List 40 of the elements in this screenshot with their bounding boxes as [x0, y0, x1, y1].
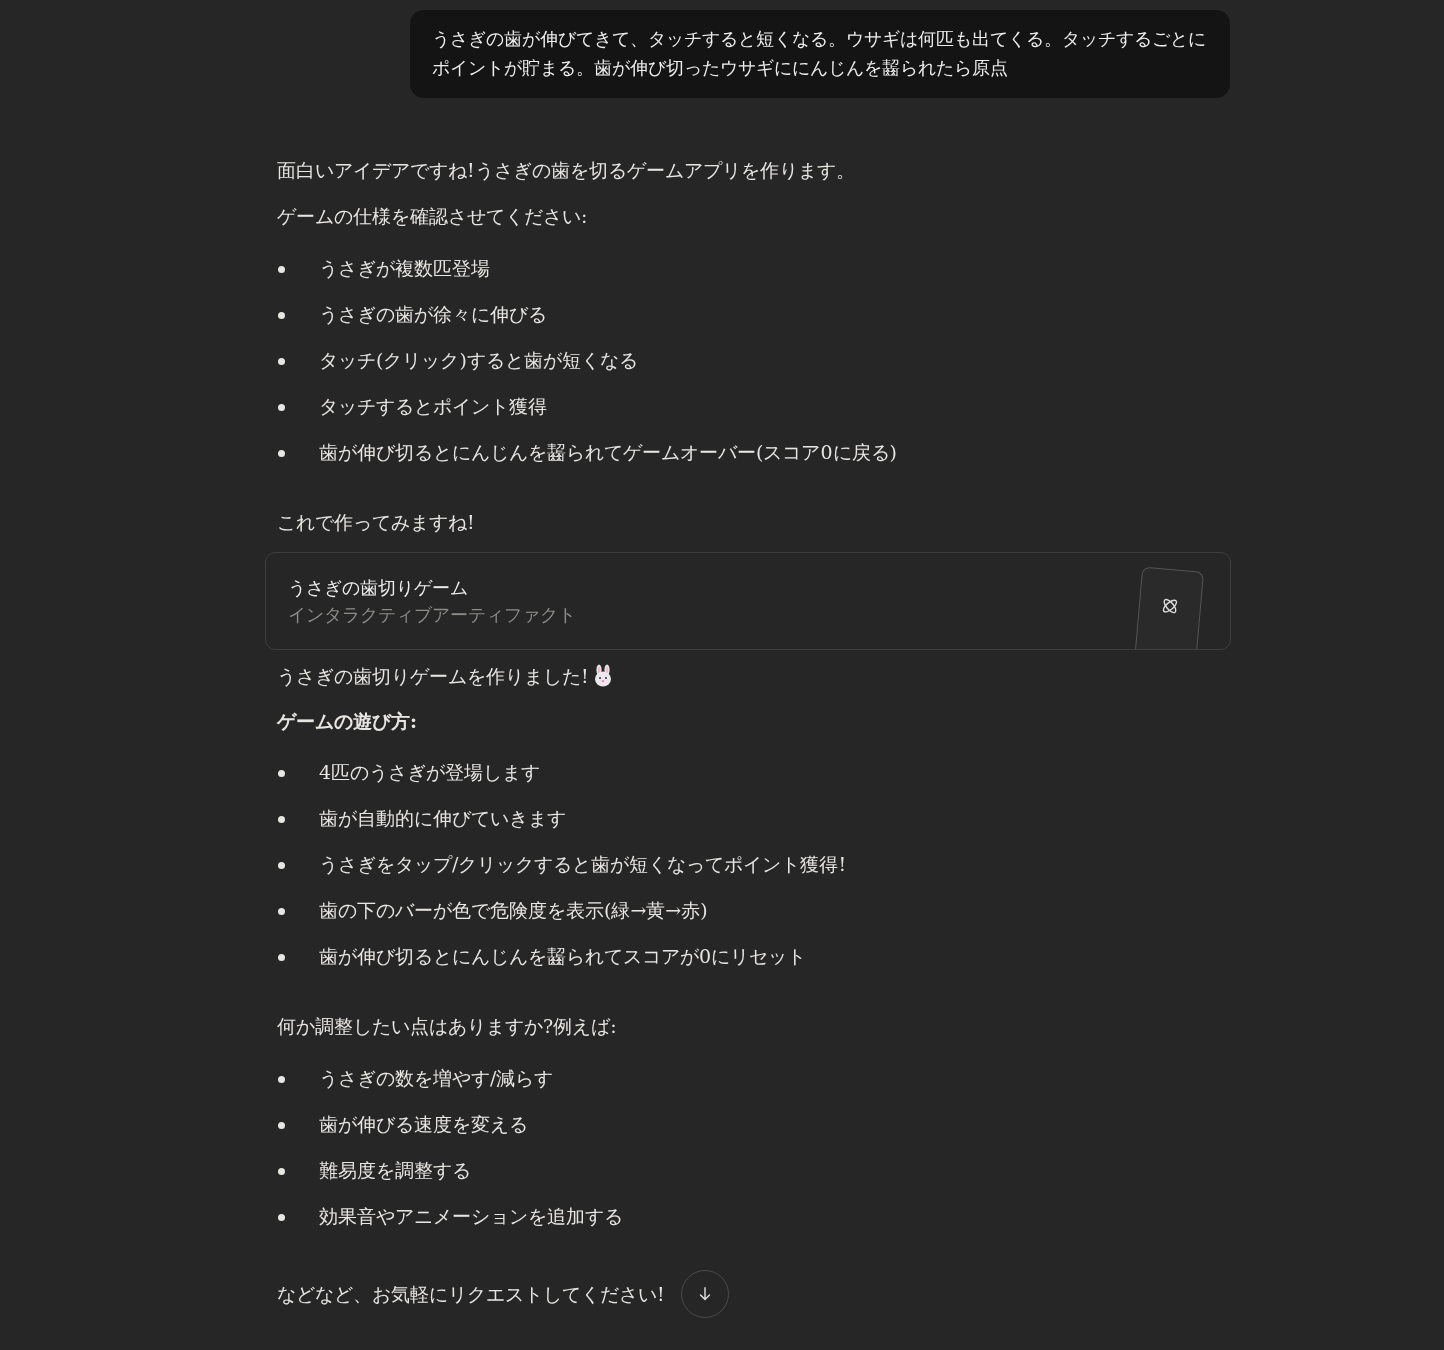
user-message: うさぎの歯が伸びてきて、タッチすると短くなる。ウサギは何匹も出てくる。タッチするごとにポイントが貯まる。歯が伸び切ったウサギににんじんを齧られたら原点 [410, 10, 1230, 98]
list-item: 歯が伸び切るとにんじんを齧られてゲームオーバー(スコア0に戻る) [319, 440, 897, 465]
list-item: うさぎの数を増やす/減らす [319, 1066, 554, 1091]
list-item: タッチするとポイント獲得 [319, 394, 547, 419]
list-item: うさぎが複数匹登場 [319, 256, 490, 281]
scroll-down-button[interactable] [680, 1270, 729, 1318]
response-text: これで作ってみますね! [277, 510, 475, 535]
response-text: 何か調整したい点はありますか?例えば: [277, 1014, 617, 1039]
artifact-card[interactable]: うさぎの歯切りゲーム インタラクティブアーティファクト [265, 552, 1231, 650]
response-text: うさぎの歯切りゲームを作りました! [277, 664, 589, 689]
bullet-icon [278, 1075, 285, 1083]
bullet-icon [278, 861, 285, 869]
bullet-icon [278, 1121, 285, 1129]
bullet-icon [278, 357, 285, 365]
list-item: 歯が伸び切るとにんじんを齧られてスコアが0にリセット [319, 944, 807, 969]
list-item: 歯が自動的に伸びていきます [319, 806, 566, 831]
artifact-title: うさぎの歯切りゲーム [288, 576, 469, 600]
section-heading: ゲームの遊び方: [277, 709, 418, 734]
bullet-icon [278, 907, 285, 915]
list-item: うさぎをタップ/クリックすると歯が短くなってポイント獲得! [319, 852, 847, 877]
bullet-icon [278, 1213, 285, 1221]
response-text: 面白いアイデアですね!うさぎの歯を切るゲームアプリを作ります。 [277, 158, 855, 183]
bullet-icon [278, 815, 285, 823]
list-item: 歯が伸びる速度を変える [319, 1112, 528, 1137]
list-item: 歯の下のバーが色で危険度を表示(緑→黄→赤) [319, 898, 708, 923]
bullet-icon [278, 953, 285, 961]
list-item: 難易度を調整する [319, 1158, 471, 1183]
list-item: 4匹のうさぎが登場します [319, 760, 541, 785]
bullet-icon [278, 265, 285, 273]
list-item: うさぎの歯が徐々に伸びる [319, 302, 547, 327]
response-text: などなど、お気軽にリクエストしてください! [277, 1282, 665, 1307]
response-text: ゲームの仕様を確認させてください: [277, 204, 588, 229]
artifact-subtitle: インタラクティブアーティファクト [288, 603, 576, 627]
list-item: タッチ(クリック)すると歯が短くなる [319, 348, 638, 373]
list-item: 効果音やアニメーションを追加する [319, 1204, 623, 1229]
bullet-icon [278, 1167, 285, 1175]
bullet-icon [278, 311, 285, 319]
bullet-icon [278, 449, 285, 457]
bullet-icon [278, 769, 285, 777]
bullet-icon [278, 403, 285, 411]
